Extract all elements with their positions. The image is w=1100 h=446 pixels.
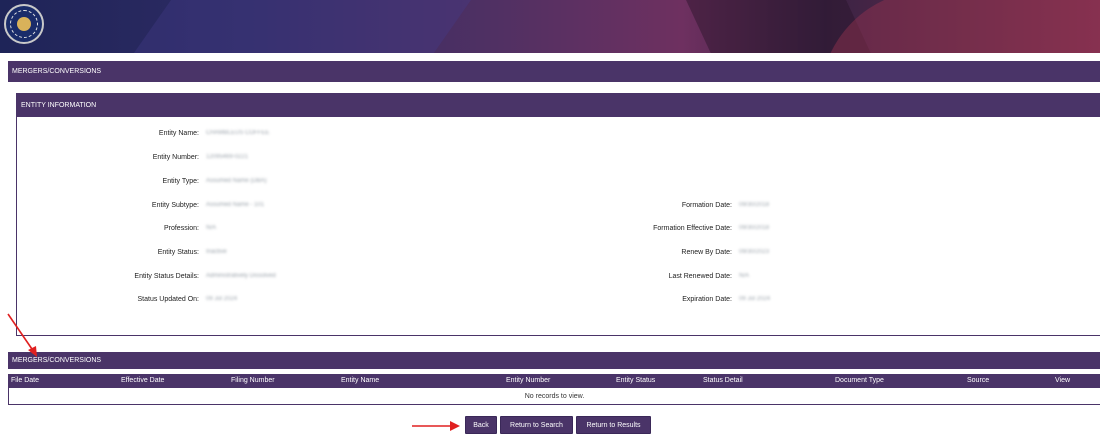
entity-information-header: ENTITY INFORMATION xyxy=(17,94,1100,117)
column-header-source[interactable]: Source xyxy=(967,374,989,388)
entity-field-label: Profession: xyxy=(163,225,199,232)
entity-field-label: Entity Number: xyxy=(152,154,199,161)
column-header-filing-number[interactable]: Filing Number xyxy=(231,374,275,388)
column-header-effective-date[interactable]: Effective Date xyxy=(121,374,164,388)
entity-field-value: CHAMBLEUS COFFEE xyxy=(206,130,270,136)
mergers-table-header: File Date Effective Date Filing Number E… xyxy=(8,374,1100,388)
mergers-conversions-header: MERGERS/CONVERSIONS xyxy=(8,61,1100,82)
entity-field-value: Inactive xyxy=(206,249,227,255)
return-to-search-button[interactable]: Return to Search xyxy=(500,416,573,434)
entity-field-value: 09 Jul 2024 xyxy=(739,296,771,302)
entity-field-value: Assumed Name (DBA) xyxy=(206,178,267,184)
site-banner xyxy=(0,0,1100,53)
entity-field-label: Expiration Date: xyxy=(682,296,732,303)
entity-field-value: 12095469-0221 xyxy=(206,154,249,160)
annotation-arrow-icon xyxy=(7,313,37,357)
entity-field-label: Entity Name: xyxy=(158,130,199,137)
entity-field-value: Assumed Name - 101 xyxy=(206,202,265,208)
mergers-table-empty-row: No records to view. xyxy=(8,388,1100,405)
entity-field-value: 09 Jul 2024 xyxy=(206,296,238,302)
entity-field-value: N/A xyxy=(206,225,217,231)
entity-field-label: Entity Subtype: xyxy=(151,202,199,209)
column-header-entity-number[interactable]: Entity Number xyxy=(506,374,550,388)
column-header-entity-status[interactable]: Entity Status xyxy=(616,374,655,388)
entity-field-label: Formation Date: xyxy=(681,202,732,209)
column-header-file-date[interactable]: File Date xyxy=(11,374,39,388)
return-to-results-button[interactable]: Return to Results xyxy=(576,416,651,434)
column-header-view[interactable]: View xyxy=(1055,374,1070,388)
entity-field-label: Formation Effective Date: xyxy=(653,225,732,232)
entity-field-label: Last Renewed Date: xyxy=(668,273,732,280)
entity-field-value: N/A xyxy=(739,273,750,279)
entity-field-value: 09/30/2023 xyxy=(739,249,770,255)
entity-field-label: Entity Type: xyxy=(162,178,199,185)
entity-field-label: Status Updated On: xyxy=(137,296,199,303)
back-button[interactable]: Back xyxy=(465,416,497,434)
mergers-conversions-section-header: MERGERS/CONVERSIONS xyxy=(8,352,1100,369)
state-seal-logo[interactable] xyxy=(4,4,44,44)
entity-field-value: Administratively Dissolved xyxy=(206,273,276,279)
entity-field-label: Renew By Date: xyxy=(681,249,732,256)
column-header-status-detail[interactable]: Status Detail xyxy=(703,374,743,388)
column-header-entity-name[interactable]: Entity Name xyxy=(341,374,379,388)
entity-field-label: Entity Status: xyxy=(157,249,199,256)
entity-field-value: 09/30/2018 xyxy=(739,202,770,208)
entity-field-value: 09/30/2018 xyxy=(739,225,770,231)
column-header-document-type[interactable]: Document Type xyxy=(835,374,884,388)
annotation-arrow-icon xyxy=(412,421,460,431)
entity-field-label: Entity Status Details: xyxy=(134,273,199,280)
